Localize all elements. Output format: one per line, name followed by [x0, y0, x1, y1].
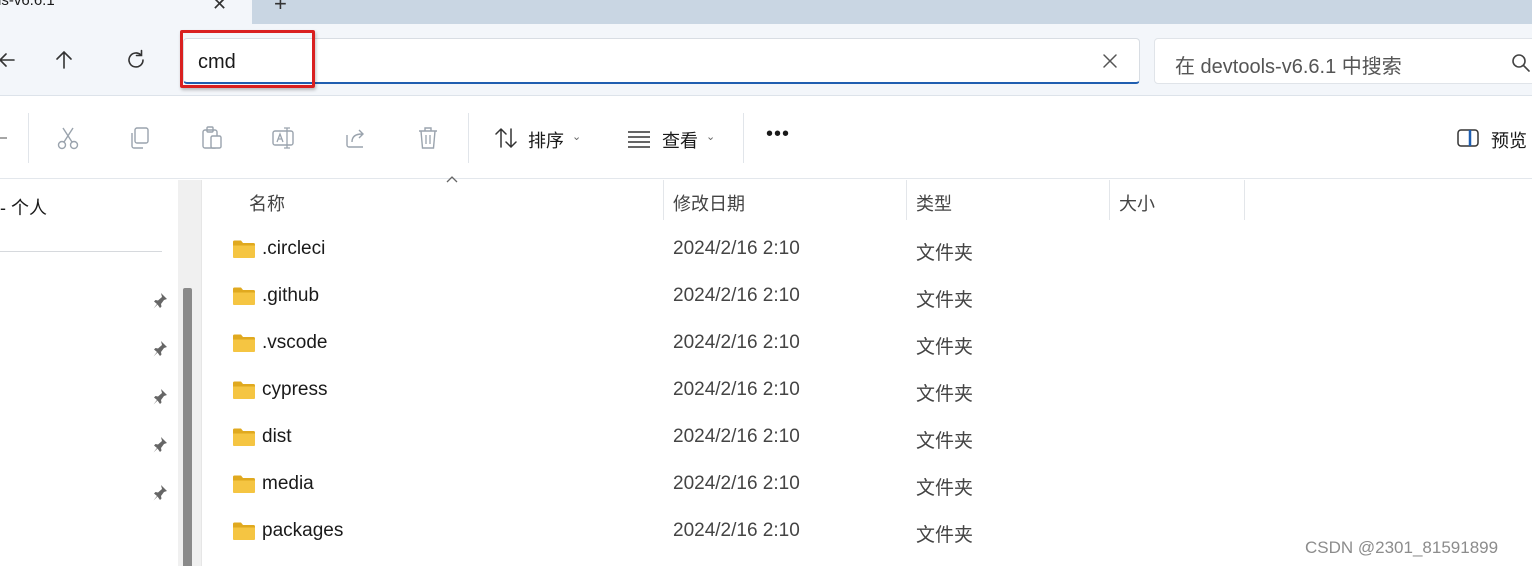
new-item-icon[interactable] — [0, 125, 12, 151]
folder-icon — [233, 240, 255, 258]
annotation-highlight-box — [180, 30, 315, 88]
view-icon[interactable] — [626, 125, 652, 151]
refresh-icon[interactable] — [124, 48, 148, 72]
pin-icon[interactable] — [152, 484, 168, 502]
delete-icon[interactable] — [415, 125, 441, 151]
tab-title: ls-v6.6.1 — [0, 0, 55, 9]
pin-icon[interactable] — [152, 340, 168, 358]
sidebar-item-personal[interactable]: - 个人 — [0, 194, 47, 220]
column-header-size[interactable]: 大小 — [1119, 190, 1155, 216]
paste-icon[interactable] — [199, 125, 225, 151]
cut-icon[interactable] — [55, 125, 81, 151]
folder-icon — [233, 287, 255, 305]
view-chevron-down-icon[interactable]: ⌄ — [706, 130, 715, 143]
tab-close-icon[interactable]: ✕ — [212, 0, 227, 15]
sidebar-scrollbar[interactable] — [178, 180, 202, 566]
share-icon[interactable] — [343, 125, 369, 151]
copy-icon[interactable] — [127, 125, 153, 151]
toolbar-separator — [28, 113, 29, 163]
navigation-pane: - 个人 — [0, 180, 178, 566]
rename-icon[interactable] — [271, 125, 297, 151]
file-row[interactable]: media 2024/2/16 2:10 文件夹 — [203, 461, 1532, 508]
view-button[interactable]: 查看 — [662, 127, 698, 153]
file-type: 文件夹 — [916, 384, 974, 405]
file-row[interactable]: .github 2024/2/16 2:10 文件夹 — [203, 273, 1532, 320]
column-header-type[interactable]: 类型 — [916, 190, 952, 216]
file-row[interactable]: dist 2024/2/16 2:10 文件夹 — [203, 414, 1532, 461]
column-divider[interactable] — [906, 180, 907, 220]
file-type: 文件夹 — [916, 337, 974, 358]
folder-icon — [233, 522, 255, 540]
tab-strip: ls-v6.6.1 ✕ + — [0, 0, 1532, 24]
search-icon[interactable] — [1511, 53, 1531, 73]
column-header-date[interactable]: 修改日期 — [673, 190, 745, 216]
watermark-text: CSDN @2301_81591899 — [1305, 538, 1499, 557]
file-modified-date: 2024/2/16 2:10 — [673, 473, 800, 494]
file-name[interactable]: .vscode — [262, 332, 327, 354]
file-modified-date: 2024/2/16 2:10 — [673, 332, 800, 353]
pin-icon[interactable] — [152, 292, 168, 310]
file-type: 文件夹 — [916, 431, 974, 452]
sort-ascending-icon — [446, 176, 458, 183]
file-row[interactable]: .circleci 2024/2/16 2:10 文件夹 — [203, 226, 1532, 273]
address-bar[interactable]: cmd — [183, 38, 1140, 84]
file-modified-date: 2024/2/16 2:10 — [673, 379, 800, 400]
preview-pane-icon[interactable] — [1456, 127, 1480, 149]
file-type: 文件夹 — [916, 290, 974, 311]
toolbar-separator — [468, 113, 469, 163]
column-divider[interactable] — [1109, 180, 1110, 220]
file-name[interactable]: packages — [262, 520, 343, 542]
column-header-name[interactable]: 名称 — [249, 190, 285, 216]
file-name[interactable]: media — [262, 473, 314, 495]
command-bar: 排序 ⌄ 查看 ⌄ ••• 预览 — [0, 97, 1532, 179]
file-row[interactable]: .vscode 2024/2/16 2:10 文件夹 — [203, 320, 1532, 367]
file-type: 文件夹 — [916, 478, 974, 499]
file-name[interactable]: .github — [262, 285, 319, 307]
new-tab-icon[interactable]: + — [274, 0, 287, 17]
file-name[interactable]: cypress — [262, 379, 327, 401]
column-header-row: 名称 修改日期 类型 大小 — [203, 176, 1532, 220]
pin-icon[interactable] — [152, 436, 168, 454]
folder-icon — [233, 381, 255, 399]
folder-icon — [233, 428, 255, 446]
file-name[interactable]: .circleci — [262, 238, 325, 260]
search-box[interactable]: 在 devtools-v6.6.1 中搜索 — [1154, 38, 1532, 84]
more-options-icon[interactable]: ••• — [766, 123, 790, 146]
file-type: 文件夹 — [916, 525, 974, 546]
file-name[interactable]: dist — [262, 426, 292, 448]
toolbar-separator — [743, 113, 744, 163]
file-modified-date: 2024/2/16 2:10 — [673, 238, 800, 259]
tab-active[interactable]: ls-v6.6.1 ✕ — [0, 0, 252, 24]
file-modified-date: 2024/2/16 2:10 — [673, 520, 800, 541]
up-arrow-icon[interactable] — [52, 48, 76, 72]
sort-button[interactable]: 排序 — [528, 127, 564, 153]
file-row[interactable]: cypress 2024/2/16 2:10 文件夹 — [203, 367, 1532, 414]
folder-icon — [233, 334, 255, 352]
back-arrow-icon[interactable] — [0, 48, 18, 72]
file-modified-date: 2024/2/16 2:10 — [673, 285, 800, 306]
column-divider[interactable] — [1244, 180, 1245, 220]
search-placeholder: 在 devtools-v6.6.1 中搜索 — [1175, 56, 1402, 78]
file-modified-date: 2024/2/16 2:10 — [673, 426, 800, 447]
sort-chevron-down-icon[interactable]: ⌄ — [572, 130, 581, 143]
scrollbar-thumb[interactable] — [183, 288, 192, 566]
preview-button[interactable]: 预览 — [1491, 127, 1527, 153]
pin-icon[interactable] — [152, 388, 168, 406]
sidebar-divider — [0, 251, 162, 252]
clear-icon[interactable] — [1101, 52, 1119, 70]
sort-icon[interactable] — [493, 125, 519, 151]
column-divider[interactable] — [663, 180, 664, 220]
folder-icon — [233, 475, 255, 493]
file-type: 文件夹 — [916, 243, 974, 264]
